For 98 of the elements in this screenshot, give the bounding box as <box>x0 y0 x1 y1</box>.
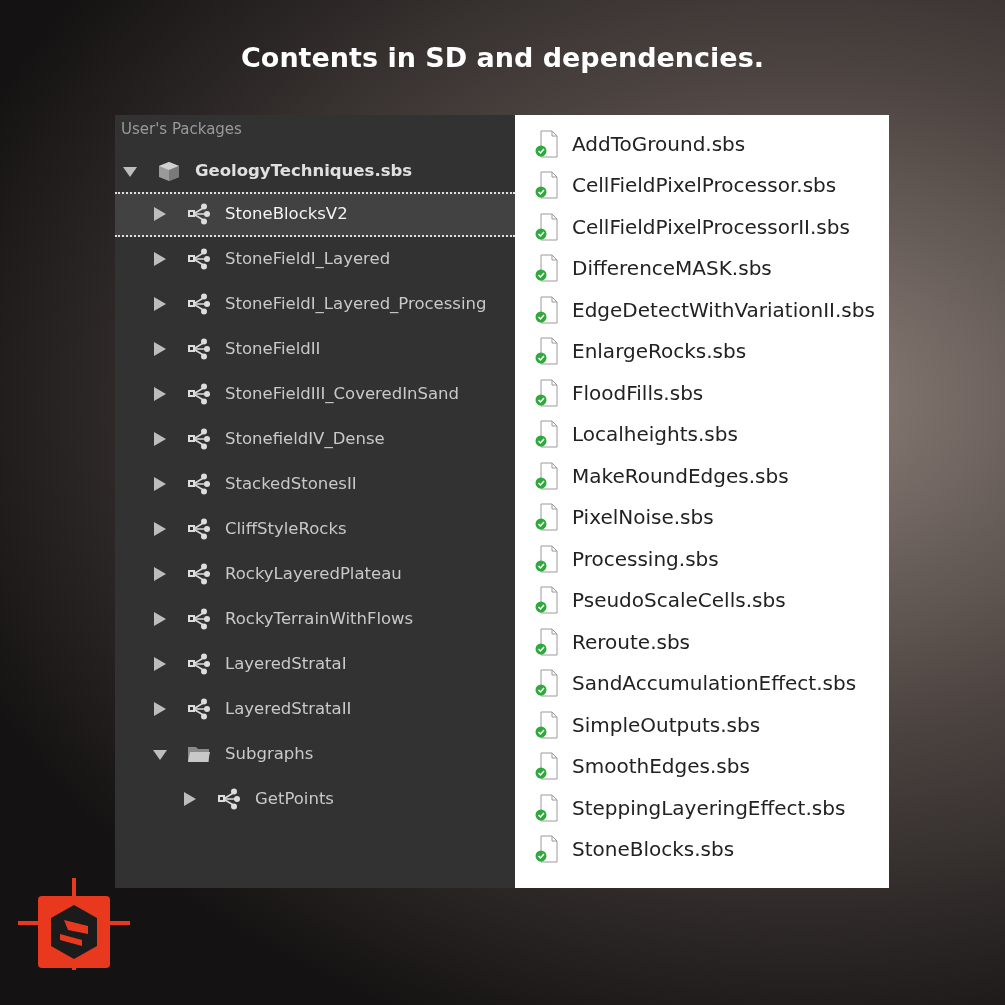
file-check-icon <box>535 337 559 366</box>
expand-arrow-icon[interactable] <box>183 792 197 806</box>
file-name: MakeRoundEdges.sbs <box>572 462 789 490</box>
file-name: StoneBlocks.sbs <box>572 836 735 864</box>
tree-item[interactable]: LayeredStrataI <box>115 641 515 687</box>
expand-arrow-icon[interactable] <box>153 657 167 671</box>
headline: Contents in SD and dependencies. <box>241 42 764 73</box>
node-graph-icon <box>187 653 211 675</box>
file-check-icon <box>535 254 559 283</box>
file-name: CellFieldPixelProcessor.sbs <box>572 172 837 200</box>
node-graph-icon <box>187 518 211 540</box>
tree-item[interactable]: StoneFieldI_Layered <box>115 236 515 282</box>
tree-item[interactable]: GeologyTechniques.sbs <box>115 148 515 194</box>
tree-item[interactable]: CliffStyleRocks <box>115 506 515 552</box>
expand-arrow-icon[interactable] <box>153 207 167 221</box>
tree-item[interactable]: StonefieldIV_Dense <box>115 416 515 462</box>
item-label: StoneFieldI_Layered_Processing <box>225 292 487 315</box>
file-check-icon <box>535 793 559 822</box>
tree-item[interactable]: StoneBlocksV2 <box>115 191 515 237</box>
file-check-icon <box>535 586 559 615</box>
collapse-arrow-icon[interactable] <box>153 747 167 761</box>
file-check-icon <box>535 544 559 573</box>
item-label: Subgraphs <box>225 742 314 765</box>
item-label: LayeredStrataI <box>225 652 347 675</box>
node-graph-icon <box>187 383 211 405</box>
expand-arrow-icon[interactable] <box>153 567 167 581</box>
expand-arrow-icon[interactable] <box>153 702 167 716</box>
file-check-icon <box>535 129 559 158</box>
file-name: SimpleOutputs.sbs <box>572 711 761 739</box>
expand-arrow-icon[interactable] <box>153 342 167 356</box>
node-graph-icon <box>187 203 211 225</box>
cube-icon <box>157 160 181 182</box>
expand-arrow-icon[interactable] <box>153 387 167 401</box>
tree-item[interactable]: RockyTerrainWithFlows <box>115 596 515 642</box>
file-name: EnlargeRocks.sbs <box>572 338 747 366</box>
expand-arrow-icon[interactable] <box>153 252 167 266</box>
file-name: Reroute.sbs <box>572 628 691 656</box>
file-name: FloodFills.sbs <box>572 379 704 407</box>
expand-arrow-icon[interactable] <box>153 477 167 491</box>
file-check-icon <box>535 420 559 449</box>
file-name: EdgeDetectWithVariationII.sbs <box>572 296 875 324</box>
node-graph-icon <box>187 563 211 585</box>
item-label: RockyTerrainWithFlows <box>225 607 414 630</box>
item-label: StackedStonesII <box>225 472 357 495</box>
file-check-icon <box>535 627 559 656</box>
file-name: SandAccumulationEffect.sbs <box>572 670 857 698</box>
file-check-icon <box>535 212 559 241</box>
file-name: DifferenceMASK.sbs <box>572 255 772 283</box>
file-name: PixelNoise.sbs <box>572 504 714 532</box>
item-label: RockyLayeredPlateau <box>225 562 402 585</box>
expand-arrow-icon[interactable] <box>153 522 167 536</box>
item-label: StoneFieldIII_CoveredInSand <box>225 382 459 405</box>
node-graph-icon <box>187 293 211 315</box>
file-name: SmoothEdges.sbs <box>572 753 750 781</box>
file-name: PseudoScaleCells.sbs <box>572 587 786 615</box>
tree-item[interactable]: StackedStonesII <box>115 461 515 507</box>
item-label: GeologyTechniques.sbs <box>195 159 413 182</box>
tree-item[interactable]: StoneFieldIII_CoveredInSand <box>115 371 515 417</box>
tree-item[interactable]: Subgraphs <box>115 731 515 777</box>
node-graph-icon <box>187 473 211 495</box>
file-name: Localheights.sbs <box>572 421 738 449</box>
file-check-icon <box>535 669 559 698</box>
tree-item[interactable]: StoneFieldII <box>115 326 515 372</box>
file-name: AddToGround.sbs <box>572 130 746 158</box>
logo-icon <box>18 878 130 970</box>
node-graph-icon <box>187 338 211 360</box>
file-check-icon <box>535 710 559 739</box>
tree-item[interactable]: GetPoints <box>115 776 515 822</box>
expand-arrow-icon[interactable] <box>153 612 167 626</box>
item-label: GetPoints <box>255 787 334 810</box>
node-graph-icon <box>187 248 211 270</box>
file-check-icon <box>535 835 559 864</box>
file-check-icon <box>535 378 559 407</box>
file-name: SteppingLayeringEffect.sbs <box>572 794 846 822</box>
file-name: CellFieldPixelProcessorII.sbs <box>572 213 850 241</box>
expand-arrow-icon[interactable] <box>153 432 167 446</box>
node-graph-icon <box>187 608 211 630</box>
file-check-icon <box>535 171 559 200</box>
collapse-arrow-icon[interactable] <box>123 164 137 178</box>
tree-item[interactable]: StoneFieldI_Layered_Processing <box>115 281 515 327</box>
file-check-icon <box>535 752 559 781</box>
tree-item[interactable]: RockyLayeredPlateau <box>115 551 515 597</box>
file-name: Processing.sbs <box>572 545 719 573</box>
panel-header: User's Packages <box>120 119 242 140</box>
item-label: StoneFieldII <box>225 337 321 360</box>
node-graph-icon <box>187 428 211 450</box>
node-graph-icon <box>217 788 241 810</box>
tree-item[interactable]: LayeredStrataII <box>115 686 515 732</box>
item-label: LayeredStrataII <box>225 697 352 720</box>
item-label: CliffStyleRocks <box>225 517 347 540</box>
item-label: StonefieldIV_Dense <box>225 427 385 450</box>
file-check-icon <box>535 503 559 532</box>
expand-arrow-icon[interactable] <box>153 297 167 311</box>
file-check-icon <box>535 461 559 490</box>
file-check-icon <box>535 295 559 324</box>
node-graph-icon <box>187 698 211 720</box>
item-label: StoneBlocksV2 <box>225 202 348 225</box>
item-label: StoneFieldI_Layered <box>225 247 391 270</box>
